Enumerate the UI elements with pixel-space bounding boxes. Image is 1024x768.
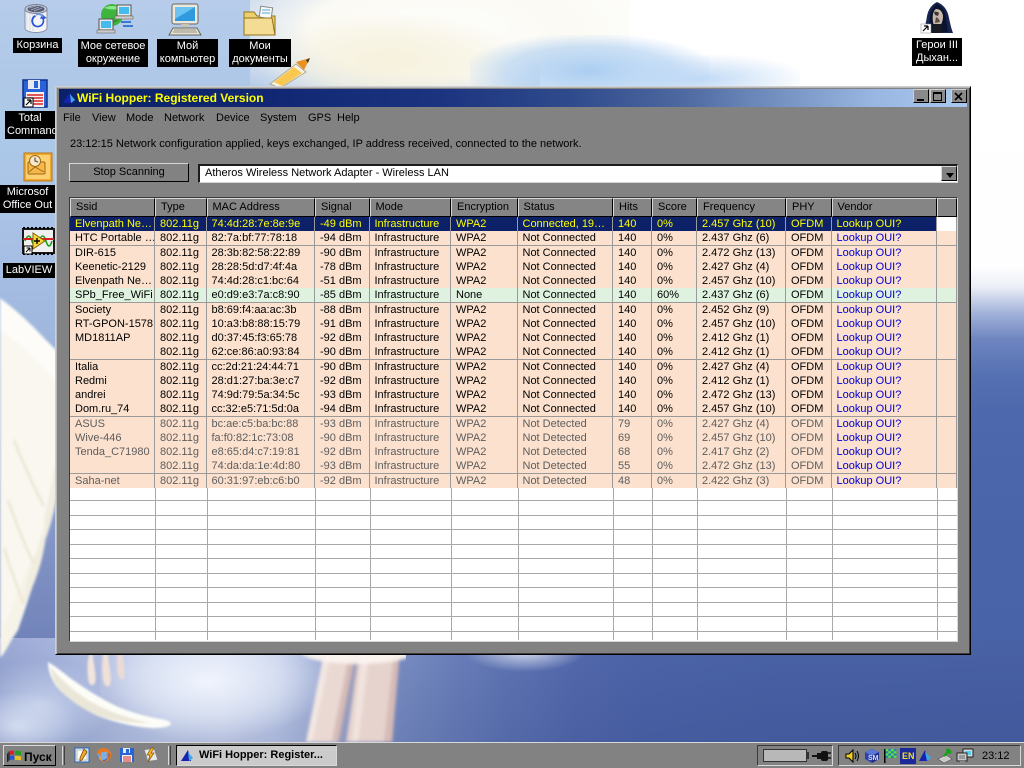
svg-text:SM: SM — [868, 755, 879, 762]
